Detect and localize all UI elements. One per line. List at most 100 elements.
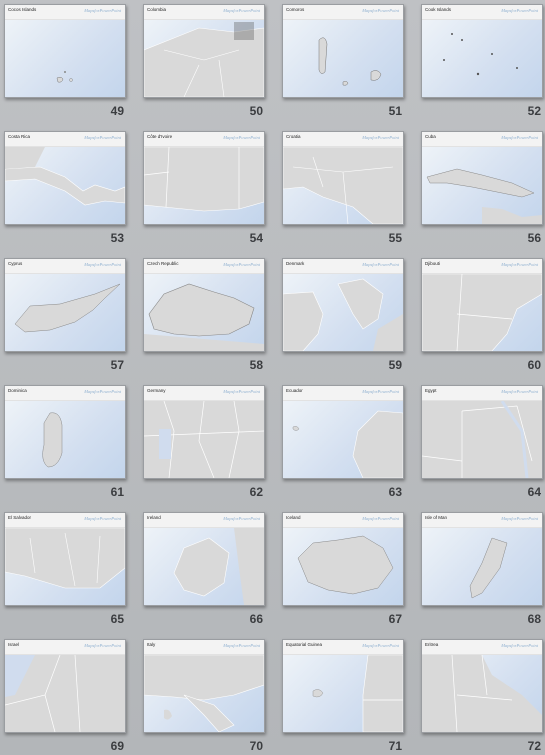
slide-header: Czech Republic MapsforPowerPoint: [144, 259, 264, 274]
country-map-image: [422, 274, 542, 351]
country-map-image: [144, 528, 264, 605]
slide-title: Djibouti: [425, 261, 441, 266]
slide-title: Cocos Islands: [8, 7, 37, 12]
slide-number: 69: [110, 739, 124, 753]
slide-number: 71: [388, 739, 402, 753]
slide-thumbnail[interactable]: Egypt MapsforPowerPoint: [421, 385, 543, 479]
slide-number: 50: [249, 104, 263, 118]
slide-title: Denmark: [286, 261, 305, 266]
slide-number: 55: [388, 231, 402, 245]
slide-thumbnail[interactable]: Colombia MapsforPowerPoint: [143, 4, 265, 98]
slide-thumbnail[interactable]: Italy MapsforPowerPoint: [143, 639, 265, 733]
slide-thumbnail[interactable]: Ecuador MapsforPowerPoint: [282, 385, 404, 479]
country-map-image: [422, 655, 542, 732]
slide-thumbnail[interactable]: Dominica MapsforPowerPoint: [4, 385, 126, 479]
slide-header: El Salvador MapsforPowerPoint: [5, 513, 125, 528]
slide-title: Colombia: [147, 7, 167, 12]
country-map-image: [283, 147, 403, 224]
slide-number: 61: [110, 485, 124, 499]
slide-thumbnail[interactable]: Isle of Man MapsforPowerPoint: [421, 512, 543, 606]
slide-title: Cuba: [425, 134, 436, 139]
slide-number: 72: [527, 739, 541, 753]
country-map-image: [144, 20, 264, 97]
country-map-image: [144, 401, 264, 478]
brand-logo: MapsforPowerPoint: [84, 262, 121, 267]
brand-logo: MapsforPowerPoint: [362, 643, 399, 648]
slide-number: 60: [527, 358, 541, 372]
slide-thumbnail[interactable]: Germany MapsforPowerPoint: [143, 385, 265, 479]
slide-number: 67: [388, 612, 402, 626]
slide-title: El Salvador: [8, 515, 32, 520]
country-map-image: [283, 655, 403, 732]
country-map-image: [5, 274, 125, 351]
country-map-image: [5, 655, 125, 732]
slide-thumbnail[interactable]: Israel MapsforPowerPoint: [4, 639, 126, 733]
slide-header: Italy MapsforPowerPoint: [144, 640, 264, 655]
slide-thumbnail[interactable]: Denmark MapsforPowerPoint: [282, 258, 404, 352]
country-map-image: [422, 20, 542, 97]
slide-header: Equatorial Guinea MapsforPowerPoint: [283, 640, 403, 655]
slide-number: 52: [527, 104, 541, 118]
brand-logo: MapsforPowerPoint: [223, 643, 260, 648]
slide-number: 58: [249, 358, 263, 372]
slide-number: 63: [388, 485, 402, 499]
brand-logo: MapsforPowerPoint: [501, 389, 538, 394]
slide-header: Ecuador MapsforPowerPoint: [283, 386, 403, 401]
slide-thumbnail[interactable]: Cook Islands MapsforPowerPoint: [421, 4, 543, 98]
slide-title: Egypt: [425, 388, 437, 393]
slide-title: Germany: [147, 388, 166, 393]
slide-title: Croatia: [286, 134, 301, 139]
brand-logo: MapsforPowerPoint: [223, 262, 260, 267]
brand-logo: MapsforPowerPoint: [501, 8, 538, 13]
slide-sorter-grid: Cocos Islands MapsforPowerPoint 49 Colombia…: [0, 0, 545, 755]
slide-thumbnail[interactable]: Czech Republic MapsforPowerPoint: [143, 258, 265, 352]
brand-logo: MapsforPowerPoint: [501, 643, 538, 648]
slide-thumbnail[interactable]: Cuba MapsforPowerPoint: [421, 131, 543, 225]
slide-thumbnail[interactable]: Côte d'Ivoire MapsforPowerPoint: [143, 131, 265, 225]
slide-number: 54: [249, 231, 263, 245]
slide-number: 66: [249, 612, 263, 626]
slide-number: 64: [527, 485, 541, 499]
slide-thumbnail[interactable]: El Salvador MapsforPowerPoint: [4, 512, 126, 606]
country-map-image: [144, 274, 264, 351]
slide-title: Israel: [8, 642, 20, 647]
slide-number: 56: [527, 231, 541, 245]
country-map-image: [283, 274, 403, 351]
country-map-image: [5, 147, 125, 224]
brand-logo: MapsforPowerPoint: [362, 516, 399, 521]
brand-logo: MapsforPowerPoint: [362, 8, 399, 13]
slide-thumbnail[interactable]: Djibouti MapsforPowerPoint: [421, 258, 543, 352]
slide-title: Costa Rica: [8, 134, 31, 139]
slide-number: 62: [249, 485, 263, 499]
brand-logo: MapsforPowerPoint: [362, 262, 399, 267]
slide-number: 57: [110, 358, 124, 372]
slide-thumbnail[interactable]: Ireland MapsforPowerPoint: [143, 512, 265, 606]
brand-logo: MapsforPowerPoint: [223, 389, 260, 394]
country-map-image: [283, 528, 403, 605]
slide-number: 51: [388, 104, 402, 118]
slide-header: Costa Rica MapsforPowerPoint: [5, 132, 125, 147]
slide-thumbnail[interactable]: Iceland MapsforPowerPoint: [282, 512, 404, 606]
slide-thumbnail[interactable]: Cyprus MapsforPowerPoint: [4, 258, 126, 352]
slide-thumbnail[interactable]: Costa Rica MapsforPowerPoint: [4, 131, 126, 225]
slide-title: Cook Islands: [425, 7, 452, 12]
slide-number: 53: [110, 231, 124, 245]
slide-header: Cyprus MapsforPowerPoint: [5, 259, 125, 274]
slide-thumbnail[interactable]: Comoros MapsforPowerPoint: [282, 4, 404, 98]
slide-title: Eritrea: [425, 642, 439, 647]
slide-header: Comoros MapsforPowerPoint: [283, 5, 403, 20]
slide-thumbnail[interactable]: Equatorial Guinea MapsforPowerPoint: [282, 639, 404, 733]
slide-title: Czech Republic: [147, 261, 179, 266]
slide-title: Ireland: [147, 515, 161, 520]
slide-thumbnail[interactable]: Eritrea MapsforPowerPoint: [421, 639, 543, 733]
brand-logo: MapsforPowerPoint: [84, 516, 121, 521]
slide-header: Dominica MapsforPowerPoint: [5, 386, 125, 401]
slide-header: Egypt MapsforPowerPoint: [422, 386, 542, 401]
country-map-image: [144, 655, 264, 732]
slide-thumbnail[interactable]: Croatia MapsforPowerPoint: [282, 131, 404, 225]
slide-title: Equatorial Guinea: [286, 642, 323, 647]
brand-logo: MapsforPowerPoint: [223, 135, 260, 140]
slide-header: Côte d'Ivoire MapsforPowerPoint: [144, 132, 264, 147]
brand-logo: MapsforPowerPoint: [84, 8, 121, 13]
slide-thumbnail[interactable]: Cocos Islands MapsforPowerPoint: [4, 4, 126, 98]
